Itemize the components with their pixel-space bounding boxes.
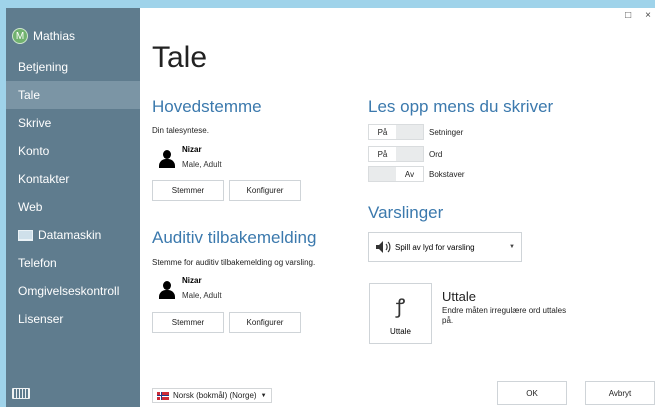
page-title: Tale: [152, 41, 208, 74]
toggle-state: Av: [396, 167, 423, 181]
pronunciation-description: Endre måten irregulære ord uttales på.: [442, 306, 567, 325]
sidebar-item-label: Web: [18, 200, 43, 214]
voice-name: Nizar: [182, 145, 202, 154]
avatar: M: [12, 28, 28, 44]
sidebar-item-label: Datamaskin: [38, 228, 102, 242]
cancel-button[interactable]: Avbryt: [585, 381, 655, 405]
sidebar-item-omgivelseskontroll[interactable]: Omgivelseskontroll: [6, 277, 140, 305]
user-name: Mathias: [33, 29, 76, 43]
sidebar-item-label: Betjening: [18, 60, 69, 74]
pronunciation-button-label: Uttale: [390, 327, 411, 336]
toggle-label: Bokstaver: [429, 170, 465, 179]
sidebar-item-lisenser[interactable]: Lisenser: [6, 305, 140, 333]
main-voice-heading: Hovedstemme: [152, 97, 262, 116]
keyboard-icon[interactable]: [12, 388, 30, 399]
feedback-voice-info: Nizar Male, Adult: [158, 276, 222, 303]
sidebar-item-kontakter[interactable]: Kontakter: [6, 165, 140, 193]
sidebar-item-label: Lisenser: [18, 312, 64, 326]
ok-button[interactable]: OK: [497, 381, 567, 405]
sidebar-item-label: Konto: [18, 144, 50, 158]
feedback-description: Stemme for auditiv tilbakemelding og var…: [152, 258, 316, 267]
sidebar-item-label: Telefon: [18, 256, 57, 270]
speaker-icon: [376, 241, 391, 253]
chevron-down-icon: ▼: [509, 244, 515, 250]
window-controls: □ ×: [625, 10, 651, 21]
feedback-heading: Auditiv tilbakemelding: [152, 228, 317, 247]
sidebar-item-skrive[interactable]: Skrive: [6, 109, 140, 137]
sidebar-item-label: Tale: [18, 88, 41, 102]
chevron-down-icon: ▼: [260, 392, 267, 399]
main-configure-button[interactable]: Konfigurer: [229, 180, 301, 201]
user-profile[interactable]: M Mathias: [12, 28, 75, 44]
toggle-label: Ord: [429, 150, 443, 159]
notification-sound-dropdown[interactable]: Spill av lyd for varsling ▼: [368, 232, 522, 262]
sidebar-item-konto[interactable]: Konto: [6, 137, 140, 165]
norway-flag-icon: [157, 391, 169, 400]
voice-desc: Male, Adult: [182, 160, 222, 169]
feedback-configure-button[interactable]: Konfigurer: [229, 312, 301, 333]
toggle-bokstaver[interactable]: Av: [368, 166, 424, 182]
toggle-setninger[interactable]: På: [368, 124, 424, 140]
main-voice-description: Din talesyntese.: [152, 126, 209, 135]
ear-icon: ꝭ: [395, 296, 406, 318]
close-icon[interactable]: ×: [645, 10, 651, 21]
sidebar-item-web[interactable]: Web: [6, 193, 140, 221]
feedback-voices-button[interactable]: Stemmer: [152, 312, 224, 333]
sidebar-item-telefon[interactable]: Telefon: [6, 249, 140, 277]
sidebar-nav: Betjening Tale Skrive Konto Kontakter We…: [6, 53, 140, 333]
language-select[interactable]: Norsk (bokmål) (Norge) ▼: [152, 388, 272, 403]
person-icon: [158, 280, 176, 299]
main-panel: □ × Tale Hovedstemme Din talesyntese. Ni…: [140, 8, 655, 407]
sidebar: M Mathias Betjening Tale Skrive Konto Ko…: [6, 8, 140, 407]
sidebar-item-datamaskin[interactable]: Datamaskin: [6, 221, 140, 249]
language-value: Norsk (bokmål) (Norge): [173, 391, 257, 400]
main-voices-button[interactable]: Stemmer: [152, 180, 224, 201]
sidebar-item-label: Kontakter: [18, 172, 70, 186]
monitor-icon: [18, 229, 33, 241]
toggle-state: På: [369, 125, 396, 139]
sidebar-item-betjening[interactable]: Betjening: [6, 53, 140, 81]
sidebar-item-label: Skrive: [18, 116, 52, 130]
voice-desc: Male, Adult: [182, 291, 222, 300]
main-voice-info: Nizar Male, Adult: [158, 145, 222, 172]
toggle-label: Setninger: [429, 128, 464, 137]
pronunciation-button[interactable]: ꝭ Uttale: [369, 283, 432, 344]
sidebar-item-tale[interactable]: Tale: [6, 81, 140, 109]
dropdown-value: Spill av lyd for varsling: [395, 242, 475, 252]
voice-name: Nizar: [182, 276, 202, 285]
read-aloud-heading: Les opp mens du skriver: [368, 97, 554, 116]
notifications-heading: Varslinger: [368, 203, 444, 222]
sidebar-item-label: Omgivelseskontroll: [18, 284, 120, 298]
pronunciation-title: Uttale: [442, 289, 476, 304]
toggle-ord[interactable]: På: [368, 146, 424, 162]
toggle-state: På: [369, 147, 396, 161]
person-icon: [158, 149, 176, 168]
maximize-icon[interactable]: □: [625, 10, 631, 21]
